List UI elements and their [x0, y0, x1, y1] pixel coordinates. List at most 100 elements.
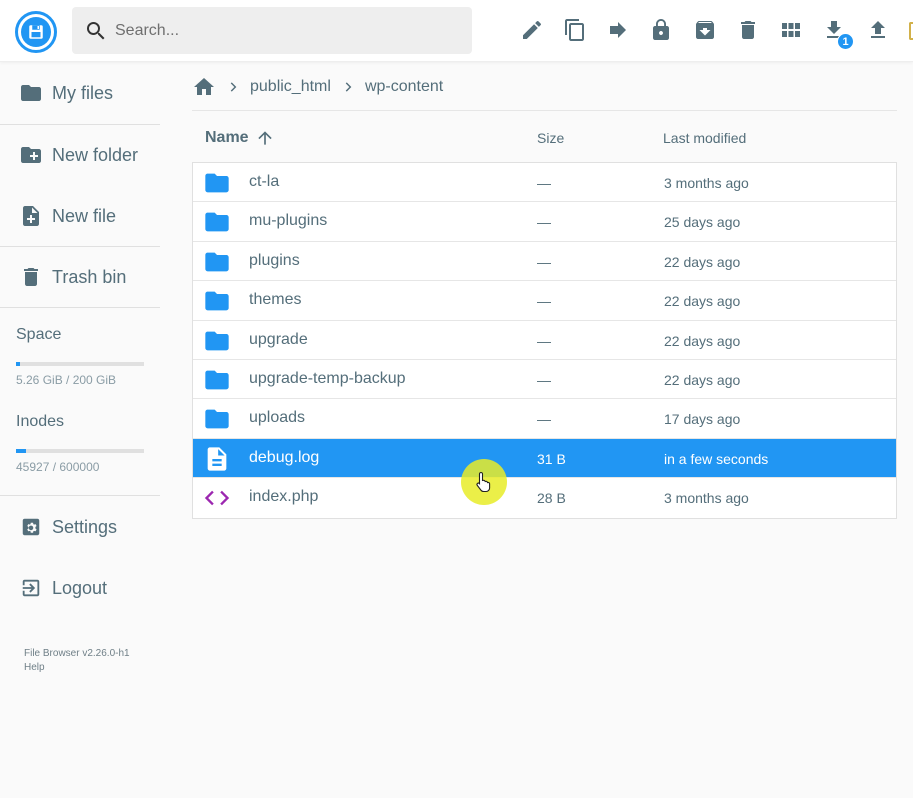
- file-name: upgrade-temp-backup: [249, 369, 406, 387]
- folder-icon: [19, 81, 43, 105]
- permissions-button[interactable]: [648, 17, 674, 43]
- inodes-progress-fill: [16, 449, 26, 453]
- file-name: plugins: [249, 251, 300, 269]
- chevron-right-icon: [226, 80, 240, 94]
- size-column-header[interactable]: Size: [537, 130, 564, 146]
- sidebar-item-label: New folder: [52, 144, 139, 165]
- floppy-disk-icon: [21, 17, 51, 47]
- file-size: 28 B: [537, 490, 566, 507]
- sidebar-item-new-folder[interactable]: New folder: [0, 125, 160, 185]
- sidebar-item-trash-bin[interactable]: Trash bin: [0, 247, 160, 307]
- move-icon: [610, 22, 626, 38]
- upload-button[interactable]: [865, 17, 891, 43]
- copy-icon: [565, 19, 584, 41]
- space-progress-bar: [16, 362, 144, 366]
- file-size: —: [537, 253, 551, 270]
- archive-icon: [696, 20, 714, 39]
- file-size: —: [537, 332, 551, 349]
- note-add-icon: [19, 204, 43, 228]
- folder-icon: [203, 287, 231, 315]
- search-input[interactable]: [115, 21, 455, 40]
- file-row[interactable]: upgrade-temp-backup — 22 days ago: [193, 360, 896, 400]
- move-button[interactable]: [605, 17, 631, 43]
- file-size: —: [537, 411, 551, 428]
- download-count-badge: 1: [837, 33, 854, 50]
- name-header-label: Name: [205, 129, 249, 146]
- chevron-right-icon: [341, 80, 355, 94]
- file-size: 31 B: [537, 450, 566, 467]
- switch-view-button[interactable]: [778, 17, 804, 43]
- sidebar-item-label: New file: [52, 205, 117, 226]
- code-icon: [203, 484, 231, 512]
- file-row[interactable]: debug.log 31 B in a few seconds: [193, 438, 896, 479]
- inodes-progress-bar: [16, 449, 144, 453]
- file-modified: 22 days ago: [664, 332, 741, 349]
- sidebar-item-settings[interactable]: Settings: [0, 497, 160, 557]
- space-progress-fill: [16, 362, 20, 366]
- file-row[interactable]: plugins — 22 days ago: [193, 242, 896, 282]
- file-size: —: [537, 175, 551, 191]
- lock-icon: [653, 19, 669, 40]
- file-row[interactable]: ct-la — 3 months ago: [193, 163, 896, 203]
- file-name: debug.log: [249, 448, 320, 466]
- sidebar-item-label: Trash bin: [52, 266, 127, 287]
- upload-icon: [871, 21, 885, 38]
- file-modified: 22 days ago: [664, 293, 741, 310]
- divider: [0, 307, 160, 308]
- file-size: —: [537, 371, 551, 388]
- file-size: —: [537, 293, 551, 310]
- edit-button[interactable]: [519, 17, 545, 43]
- modified-column-header[interactable]: Last modified: [663, 130, 746, 146]
- file-row[interactable]: themes — 22 days ago: [193, 281, 896, 321]
- sidebar: My files New folder New file Trash bin S…: [0, 62, 160, 798]
- file-name: ct-la: [249, 173, 280, 190]
- file-size: —: [537, 214, 551, 231]
- file-modified: 17 days ago: [664, 411, 741, 428]
- info-icon[interactable]: [909, 22, 913, 40]
- sidebar-item-new-file[interactable]: New file: [0, 186, 160, 246]
- app-logo[interactable]: [15, 11, 57, 53]
- file-name: index.php: [249, 488, 319, 506]
- folder-icon: [203, 405, 231, 433]
- space-usage-text: 5.26 GiB / 200 GiB: [16, 373, 117, 387]
- breadcrumb-item[interactable]: public_html: [250, 78, 331, 96]
- archive-button[interactable]: [692, 17, 718, 43]
- header-bar: 1: [0, 0, 913, 62]
- file-row[interactable]: mu-plugins — 25 days ago: [193, 202, 896, 242]
- file-modified: in a few seconds: [664, 450, 769, 467]
- file-modified: 22 days ago: [664, 371, 741, 388]
- copy-button[interactable]: [562, 17, 588, 43]
- inodes-usage-text: 45927 / 600000: [16, 460, 100, 474]
- version-text[interactable]: File Browser v2.26.0-h1: [24, 647, 130, 661]
- help-link[interactable]: Help: [24, 661, 130, 675]
- logout-icon: [19, 576, 43, 600]
- trash-icon: [19, 265, 43, 289]
- listing-header: Name Size Last modified: [192, 118, 897, 158]
- sidebar-item-label: Logout: [52, 577, 108, 598]
- folder-icon: [203, 169, 231, 197]
- file-row[interactable]: uploads — 17 days ago: [193, 399, 896, 439]
- settings-icon: [19, 515, 43, 539]
- edit-icon: [523, 20, 542, 39]
- document-icon: [203, 445, 231, 473]
- delete-button[interactable]: [735, 17, 761, 43]
- breadcrumb: public_html wp-content: [192, 73, 443, 101]
- home-icon[interactable]: [192, 75, 216, 99]
- file-row[interactable]: upgrade — 22 days ago: [193, 321, 896, 360]
- sidebar-item-label: My files: [52, 82, 114, 103]
- file-name: uploads: [249, 409, 306, 427]
- divider: [0, 495, 160, 496]
- name-column-header[interactable]: Name: [205, 128, 275, 148]
- file-modified: 25 days ago: [664, 214, 741, 231]
- credits: File Browser v2.26.0-h1 Help: [24, 647, 130, 675]
- file-row[interactable]: index.php 28 B 3 months ago: [193, 478, 896, 517]
- breadcrumb-item[interactable]: wp-content: [365, 78, 443, 96]
- file-modified: 3 months ago: [664, 175, 749, 191]
- file-name: mu-plugins: [249, 212, 328, 230]
- folder-icon: [203, 327, 231, 355]
- search-box[interactable]: [72, 7, 472, 54]
- space-title: Space: [16, 326, 62, 343]
- divider: [192, 110, 897, 111]
- sidebar-item-logout[interactable]: Logout: [0, 558, 160, 618]
- sidebar-item-my-files[interactable]: My files: [0, 63, 160, 123]
